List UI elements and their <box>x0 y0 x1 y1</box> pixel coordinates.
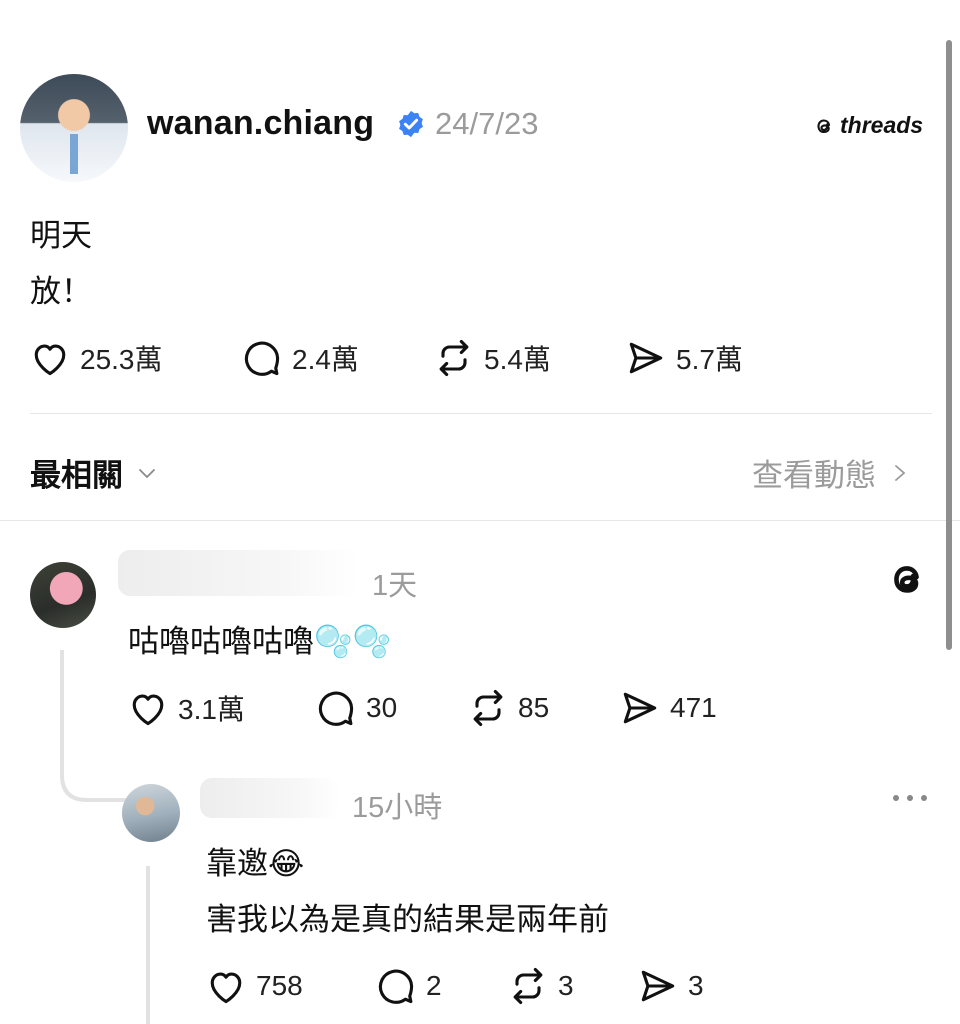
comment-2-author-redacted <box>200 778 340 818</box>
comment-2-text-line-1: 靠邀😂 <box>206 846 305 881</box>
post-date: 24/7/23 <box>435 106 539 141</box>
chevron-right-icon <box>895 464 906 481</box>
post-like-count: 25.3萬 <box>80 344 163 375</box>
post-share-button[interactable]: 5.7萬 <box>624 336 743 380</box>
comment-bubble-icon <box>318 691 354 726</box>
comment-2-repost-count: 3 <box>558 970 574 1001</box>
brand-label: threads <box>840 112 924 138</box>
threads-logo-icon[interactable] <box>884 556 930 602</box>
comment-1-avatar[interactable] <box>30 562 96 628</box>
comment-1-author-redacted <box>118 550 358 596</box>
comment-1-reply-count: 30 <box>366 692 398 723</box>
comment-1-share-count: 471 <box>670 692 717 723</box>
view-activity-label: 查看動態 <box>752 458 876 493</box>
comment-bubble-icon <box>378 969 414 1004</box>
comment-2-reply-button[interactable]: 2 <box>374 964 442 1008</box>
comment-1-time: 1天 <box>372 570 418 602</box>
comment-1-text: 咕嚕咕嚕咕嚕🫧🫧 <box>128 624 392 659</box>
section-divider <box>0 520 960 521</box>
comment-2-share-count: 3 <box>688 970 704 1001</box>
comment-bubble-icon <box>244 341 280 376</box>
scrollbar[interactable] <box>946 40 952 650</box>
comment-2-avatar[interactable] <box>122 784 180 842</box>
comment-1-reply-button[interactable]: 30 <box>314 686 397 730</box>
send-icon <box>623 692 657 724</box>
threads-logo-icon <box>817 118 831 133</box>
thread-line <box>146 866 150 1024</box>
sort-dropdown[interactable]: 最相關 <box>30 450 159 495</box>
post-repost-button[interactable]: 5.4萬 <box>432 336 551 380</box>
view-activity-link[interactable]: 查看動態 <box>752 450 910 495</box>
comment-2-time: 15小時 <box>352 792 443 824</box>
comment-1-repost-button[interactable]: 85 <box>466 686 549 730</box>
comment-1-repost-count: 85 <box>518 692 550 723</box>
post-repost-count: 5.4萬 <box>484 344 551 375</box>
heart-icon <box>132 694 164 726</box>
comment-1-like-count: 3.1萬 <box>178 694 245 725</box>
post-reply-count: 2.4萬 <box>292 344 359 375</box>
author-username[interactable]: wanan.chiang <box>147 104 374 143</box>
post-text-line-1: 明天 <box>30 218 92 253</box>
send-icon <box>641 970 675 1002</box>
heart-icon <box>34 344 66 376</box>
comment-1-like-button[interactable]: 3.1萬 <box>126 686 245 730</box>
post-text-line-2: 放！ <box>30 274 92 309</box>
repost-icon <box>439 339 469 377</box>
thread-connector <box>60 650 127 802</box>
threads-brand: threads <box>812 112 923 139</box>
repost-icon <box>513 967 543 1005</box>
post-share-count: 5.7萬 <box>676 344 743 375</box>
stats-divider <box>30 413 932 414</box>
verified-badge-icon <box>399 110 423 138</box>
chevron-down-icon <box>139 468 155 478</box>
more-options-icon[interactable] <box>888 786 932 810</box>
post-like-button[interactable]: 25.3萬 <box>28 336 163 380</box>
repost-icon <box>473 689 503 727</box>
heart-icon <box>210 972 242 1004</box>
author-avatar[interactable] <box>20 74 128 182</box>
comment-1-share-button[interactable]: 471 <box>618 686 717 730</box>
send-icon <box>629 342 663 374</box>
sort-label: 最相關 <box>30 458 123 493</box>
comment-2-repost-button[interactable]: 3 <box>506 964 574 1008</box>
comment-2-share-button[interactable]: 3 <box>636 964 704 1008</box>
comment-2-text-line-2: 害我以為是真的結果是兩年前 <box>206 902 609 937</box>
comment-2-like-count: 758 <box>256 970 303 1001</box>
post-reply-button[interactable]: 2.4萬 <box>240 336 359 380</box>
comment-2-reply-count: 2 <box>426 970 442 1001</box>
comment-2-like-button[interactable]: 758 <box>204 964 303 1008</box>
